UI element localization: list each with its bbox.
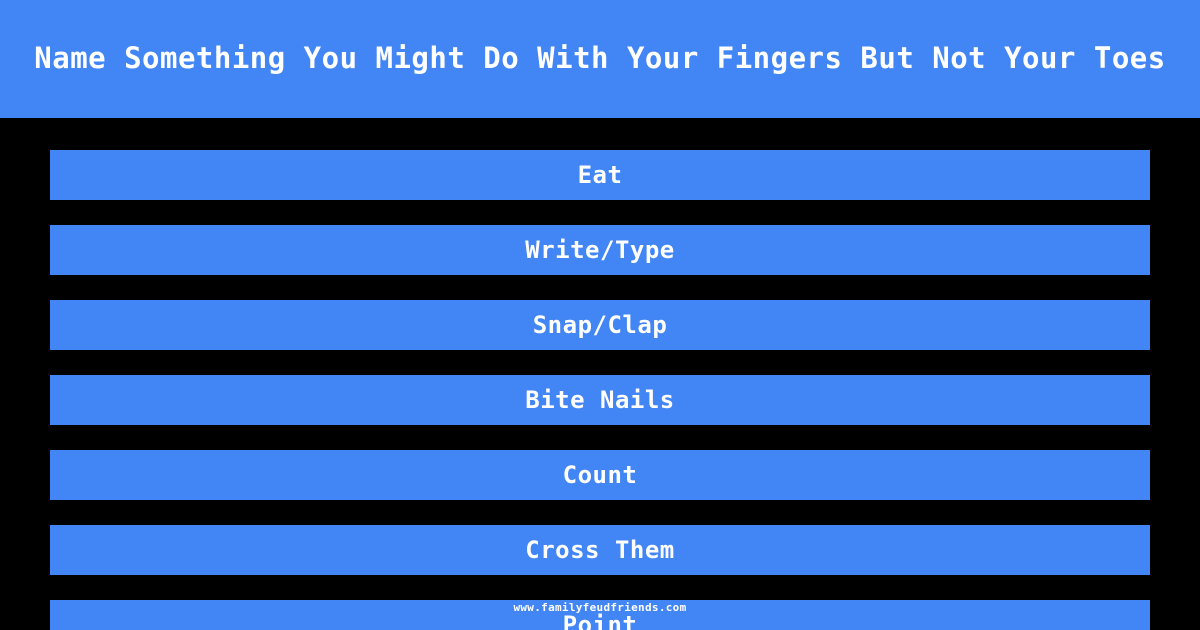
answer-label: Eat <box>577 161 623 189</box>
answer-label: Bite Nails <box>525 386 675 414</box>
answer-label: Count <box>562 461 638 489</box>
answer-label: Point <box>562 611 638 630</box>
answer-row[interactable]: Eat <box>50 150 1150 200</box>
answer-row[interactable]: Count <box>50 450 1150 500</box>
answer-row[interactable]: Snap/Clap <box>50 300 1150 350</box>
answer-row[interactable]: Point <box>50 600 1150 630</box>
answer-row[interactable]: Bite Nails <box>50 375 1150 425</box>
answers-list: Eat Write/Type Snap/Clap Bite Nails Coun… <box>0 150 1200 630</box>
page-title: Name Something You Might Do With Your Fi… <box>34 41 1166 76</box>
answer-row[interactable]: Cross Them <box>50 525 1150 575</box>
answer-label: Write/Type <box>525 236 675 264</box>
answer-label: Cross Them <box>525 536 675 564</box>
answer-label: Snap/Clap <box>532 311 668 339</box>
answer-row[interactable]: Write/Type <box>50 225 1150 275</box>
game-board: Name Something You Might Do With Your Fi… <box>0 0 1200 630</box>
question-header: Name Something You Might Do With Your Fi… <box>0 0 1200 118</box>
